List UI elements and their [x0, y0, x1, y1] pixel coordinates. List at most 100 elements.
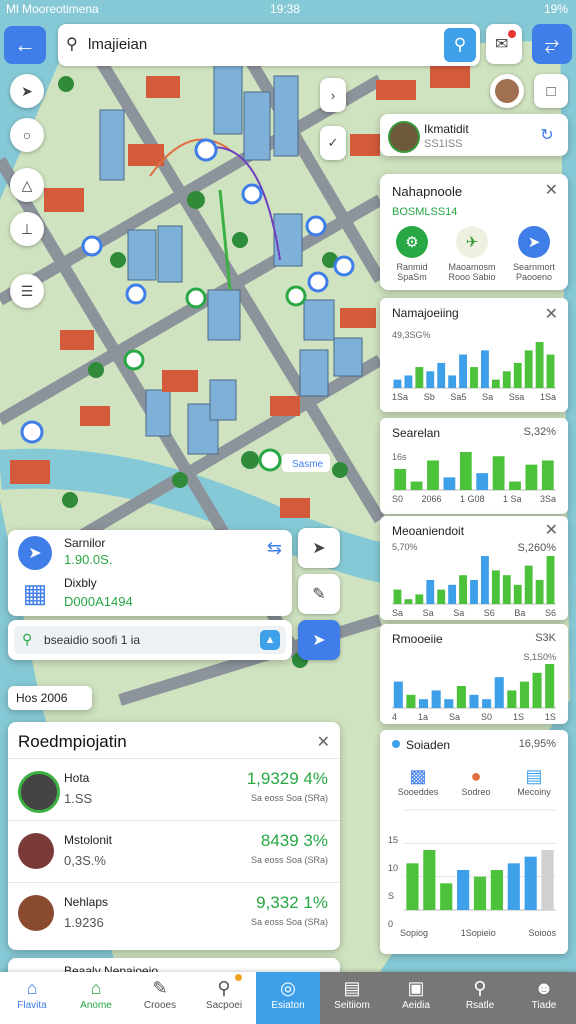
- tab-5[interactable]: ▤ Seitiiom: [320, 972, 384, 1024]
- tick-label: S0: [392, 494, 404, 504]
- secondary-search[interactable]: ⚲ bseaidio soofi 1 ia ▲: [8, 620, 292, 660]
- location-sub: Dixbly: [64, 576, 97, 590]
- nav-option-walk[interactable]: ✈ Maoamosm Rooo Sabio: [442, 226, 502, 282]
- chart-bar: [406, 694, 416, 708]
- tab-0[interactable]: ⌂ Flavita: [0, 972, 64, 1024]
- map-tool-layers[interactable]: ○: [10, 118, 44, 152]
- item-detail: Sa eoss Soa (SRa): [250, 855, 328, 865]
- tab-4[interactable]: ◎ Esiaton: [256, 972, 320, 1024]
- tick-label: 1a: [417, 712, 428, 722]
- chart-bar: [545, 664, 555, 708]
- secondary-search-field[interactable]: ⚲ bseaidio soofi 1 ia ▲: [14, 626, 286, 654]
- map-action-2[interactable]: ✎: [298, 574, 340, 614]
- tick-label: 1Sa: [392, 392, 409, 402]
- stat-card-0: Namajoeiing ✕ 49,3SG% 1Sa Sb Sa5 Sa Ssa 1Sa: [380, 298, 568, 412]
- avatar: [18, 895, 54, 931]
- list-item[interactable]: Nehlaps 1.9236 9,332 1% Sa eoss Soa (SRa…: [8, 882, 340, 945]
- chart-bar: [470, 580, 478, 604]
- tab-1[interactable]: ⌂ Anome: [64, 972, 128, 1024]
- secondary-search-input[interactable]: bseaidio soofi 1 ia: [44, 633, 140, 647]
- nav-option-drive[interactable]: ⚙ Ranmid SpaSm: [382, 226, 442, 282]
- stat-ticks: 4 1a Sa S0 1S 1S: [392, 712, 556, 722]
- chart-bar: [427, 460, 439, 490]
- compass-icon: △: [21, 176, 33, 193]
- list-icon: ▤: [343, 978, 361, 998]
- map-action-1[interactable]: ➤: [298, 528, 340, 568]
- bookmark-icon: □: [546, 82, 556, 100]
- nav-option-label: Maoamosm Rooo Sabio: [448, 262, 496, 282]
- close-icon[interactable]: ✕: [545, 180, 558, 200]
- item-name: Hota: [64, 771, 90, 785]
- map-action-3[interactable]: ➤: [298, 620, 340, 660]
- search-bar[interactable]: ⚲ lmajieian ⚲: [58, 24, 480, 66]
- nav-option-label: Searnmort Paooeno: [512, 262, 556, 282]
- tab-3[interactable]: ⚲ Sacpoei: [192, 972, 256, 1024]
- location-card[interactable]: ➤ Sarnilor 1.90.0S. ▦ Dixbly D000A1494 ⇆: [8, 530, 292, 616]
- item-value: 8439 3%: [260, 831, 328, 850]
- chart-bar: [448, 375, 457, 388]
- close-icon[interactable]: ✕: [317, 732, 330, 752]
- item-name: Nehlaps: [64, 895, 109, 909]
- chart-bar: [470, 367, 478, 388]
- chart-bar: [482, 699, 492, 708]
- tab-2[interactable]: ✎ Crooes: [128, 972, 192, 1024]
- route-icon: ↻: [540, 127, 554, 144]
- bookmark-button[interactable]: □: [534, 74, 568, 108]
- profile-card[interactable]: Ikmatidit SS1ISS ↻: [380, 114, 568, 156]
- tab-7[interactable]: ⚲ Rsatle: [448, 972, 512, 1024]
- home-icon: ⌂: [26, 978, 38, 998]
- tab-label: Seitiiom: [334, 1000, 370, 1011]
- tick-label: 1S: [544, 712, 556, 722]
- arrow-left-icon: ←: [14, 32, 36, 57]
- user-avatar[interactable]: [490, 74, 524, 108]
- map-tool-navigate[interactable]: ➤: [10, 74, 44, 108]
- swap-icon[interactable]: ⇆: [267, 538, 282, 559]
- svg-text:Sasme: Sasme: [292, 459, 324, 470]
- tick-label: Sa: [453, 608, 465, 618]
- item-name: Mstolonit: [64, 833, 113, 847]
- profile-action-button[interactable]: ↻: [532, 120, 562, 150]
- tick-label: Sopiog: [400, 928, 429, 938]
- filter-icon[interactable]: ▲: [260, 630, 280, 650]
- share-button[interactable]: ⥂: [532, 24, 572, 64]
- tab-6[interactable]: ▣ Aeidia: [384, 972, 448, 1024]
- chart-bar: [404, 599, 413, 604]
- walk-icon: ✈: [456, 226, 488, 258]
- search-icon: ⚲: [22, 631, 33, 647]
- tab-8[interactable]: ☻ Tiade: [512, 972, 576, 1024]
- list-item[interactable]: Hota 1.SS 1,9329 4% Sa eoss Soa (SRa): [8, 758, 340, 821]
- chart-bar: [509, 481, 521, 490]
- list-item[interactable]: Mstolonit 0,3S.% 8439 3% Sa eoss Soa (SR…: [8, 820, 340, 883]
- avatar: [18, 833, 54, 869]
- map-tool-compass[interactable]: △: [10, 168, 44, 202]
- back-button[interactable]: ←: [4, 26, 46, 64]
- nav-option-transit[interactable]: ➤ Searnmort Paooeno: [504, 226, 564, 282]
- notification-button[interactable]: ✉: [486, 24, 522, 64]
- directions-icon: ➤: [312, 540, 326, 557]
- pen-icon: ✎: [312, 586, 326, 603]
- chart-bar: [456, 686, 466, 708]
- search-input[interactable]: lmajieian: [88, 36, 147, 53]
- chart-bar: [502, 575, 511, 604]
- chart-bar: [492, 456, 505, 490]
- map-tool-list[interactable]: ☰: [10, 274, 44, 308]
- share-icon: ⥂: [544, 33, 560, 54]
- chart-bar: [459, 575, 468, 604]
- tick-label: S6: [544, 608, 556, 618]
- item-value: 9,332 1%: [256, 893, 328, 912]
- navigation-card: Nahapnoole BOSMLSS14 ✕ ⚙ Ranmid SpaSm ✈ …: [380, 174, 568, 290]
- search-submit-button[interactable]: ⚲: [444, 28, 476, 62]
- map-tool-measure[interactable]: ⊥: [10, 212, 44, 246]
- search-icon: ⚲: [66, 36, 78, 53]
- map-zoom-toggle[interactable]: ›: [320, 78, 346, 112]
- filter-chip[interactable]: Hos 2006: [8, 686, 92, 710]
- tick-label: S0: [480, 712, 492, 722]
- chart-bar: [480, 556, 489, 604]
- map-check-toggle[interactable]: ✓: [320, 126, 346, 160]
- chart-bar: [444, 699, 454, 708]
- search-icon: ⚲: [473, 978, 487, 998]
- tick-label: Soioos: [528, 928, 556, 938]
- chart-bar: [457, 870, 470, 910]
- chart-bar: [459, 354, 468, 388]
- chart-bar: [393, 589, 402, 604]
